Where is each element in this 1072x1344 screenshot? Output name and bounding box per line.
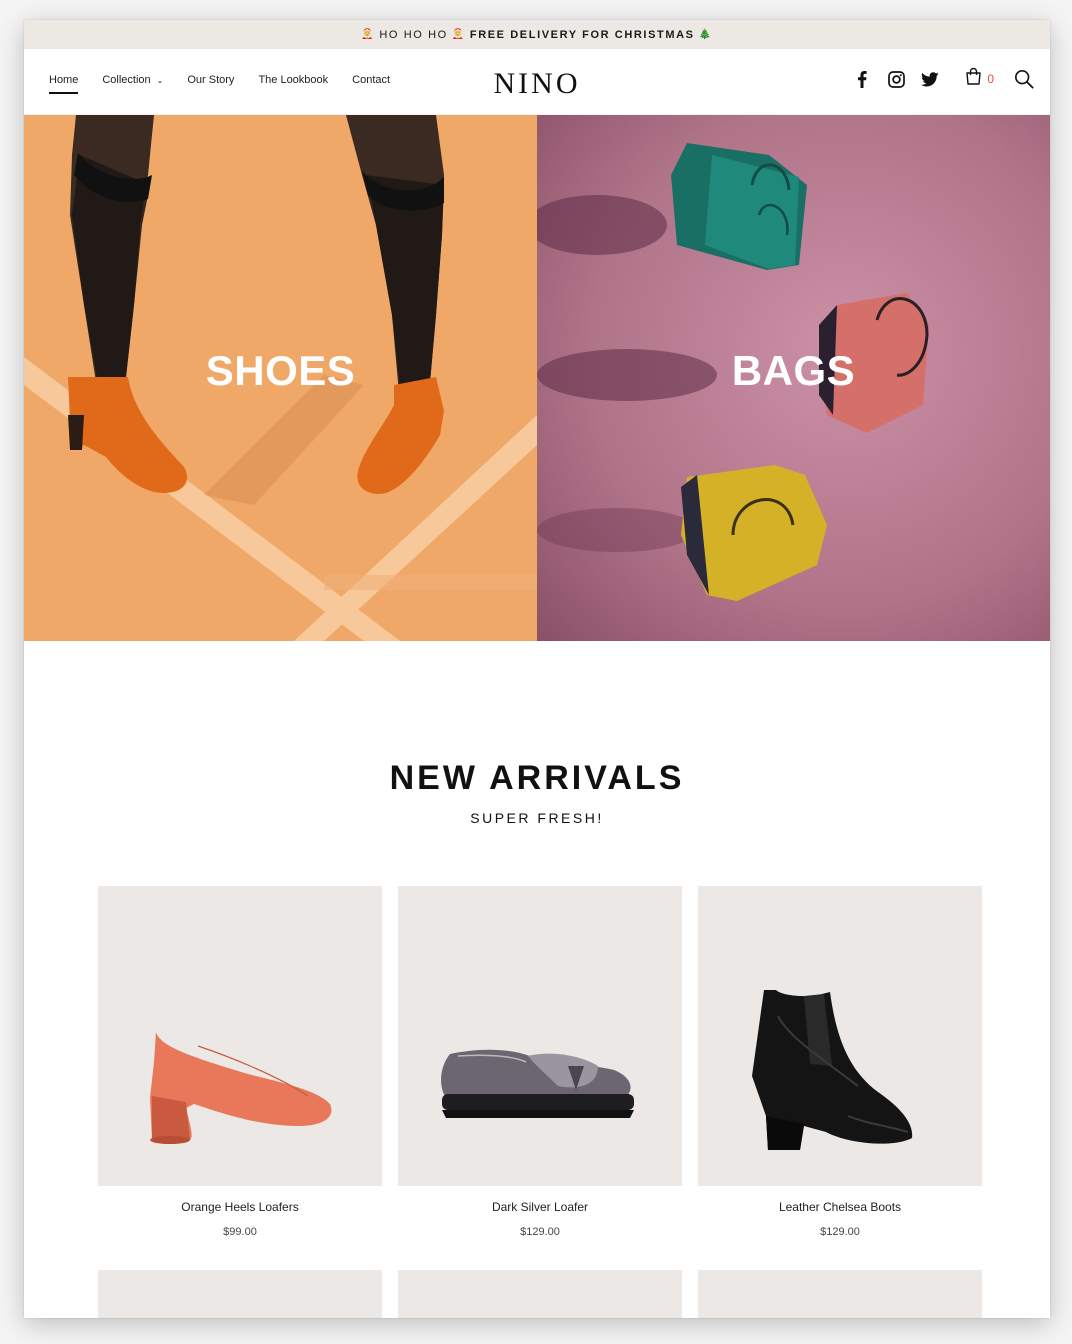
product-grid-row-2 [98, 1270, 982, 1318]
site-header: Home Collection ⌄ Our Story The Lookbook … [24, 49, 1050, 115]
site-logo[interactable]: NINO [494, 67, 581, 101]
announcement-text-a: HO HO HO [379, 28, 448, 41]
product-name[interactable]: Orange Heels Loafers [98, 1200, 382, 1214]
nav-collection[interactable]: Collection ⌄ [102, 74, 163, 90]
product-image[interactable] [98, 886, 382, 1186]
product-card[interactable]: Orange Heels Loafers $99.00 [98, 886, 382, 1238]
announcement-text-b: FREE DELIVERY FOR CHRISTMAS [469, 28, 695, 41]
facebook-icon[interactable] [852, 69, 872, 89]
product-price: $129.00 [520, 1226, 560, 1238]
product-card[interactable]: Leather Chelsea Boots $129.00 [698, 886, 982, 1238]
main-nav: Home Collection ⌄ Our Story The Lookbook … [49, 74, 414, 94]
cart-count: 0 [987, 72, 994, 86]
search-icon[interactable] [1014, 69, 1034, 89]
product-image[interactable] [98, 1270, 382, 1318]
nav-home[interactable]: Home [49, 74, 79, 94]
product-price: $99.00 [223, 1226, 257, 1238]
santa-emoji: 🤶 [451, 29, 466, 40]
product-image[interactable] [698, 886, 982, 1186]
category-tile-bags[interactable]: BAGS [537, 115, 1050, 641]
product-card[interactable]: Dark Silver Loafer $129.00 [398, 886, 682, 1238]
hero-categories: SHOES BAGS [24, 115, 1050, 641]
product-image[interactable] [398, 1270, 682, 1318]
product-name[interactable]: Dark Silver Loafer [398, 1200, 682, 1214]
category-title-bags: BAGS [731, 347, 856, 394]
nav-collection-label: Collection [102, 73, 151, 86]
product-price: $129.00 [820, 1226, 860, 1238]
chevron-down-icon: ⌄ [156, 75, 164, 85]
announcement-bar: 🤶 HO HO HO 🤶 FREE DELIVERY FOR CHRISTMAS… [24, 20, 1050, 49]
cart-icon [964, 67, 983, 91]
new-arrivals-header: NEW ARRIVALS SUPER FRESH! [24, 759, 1050, 826]
browser-page: 🤶 HO HO HO 🤶 FREE DELIVERY FOR CHRISTMAS… [24, 20, 1050, 1318]
tree-emoji: 🎄 [698, 29, 713, 40]
header-icons: 0 [852, 49, 1034, 109]
twitter-icon[interactable] [920, 69, 940, 89]
nav-our-story[interactable]: Our Story [187, 74, 234, 90]
category-tile-shoes[interactable]: SHOES [24, 115, 537, 641]
instagram-icon[interactable] [886, 69, 906, 89]
product-name[interactable]: Leather Chelsea Boots [698, 1200, 982, 1214]
orange-heel-illustration [150, 1032, 332, 1144]
santa-emoji: 🤶 [361, 29, 376, 40]
product-image[interactable] [398, 886, 682, 1186]
nav-lookbook[interactable]: The Lookbook [258, 74, 328, 90]
category-title-shoes: SHOES [205, 347, 356, 394]
product-grid: Orange Heels Loafers $99.00 Dark Silver … [98, 886, 982, 1238]
chelsea-boot-illustration [752, 990, 913, 1150]
section-subtitle: SUPER FRESH! [470, 810, 604, 826]
product-image[interactable] [698, 1270, 982, 1318]
cart-button[interactable]: 0 [964, 67, 994, 91]
silver-loafer-illustration [441, 1049, 634, 1118]
nav-contact[interactable]: Contact [352, 74, 390, 90]
section-title: NEW ARRIVALS [389, 759, 685, 797]
